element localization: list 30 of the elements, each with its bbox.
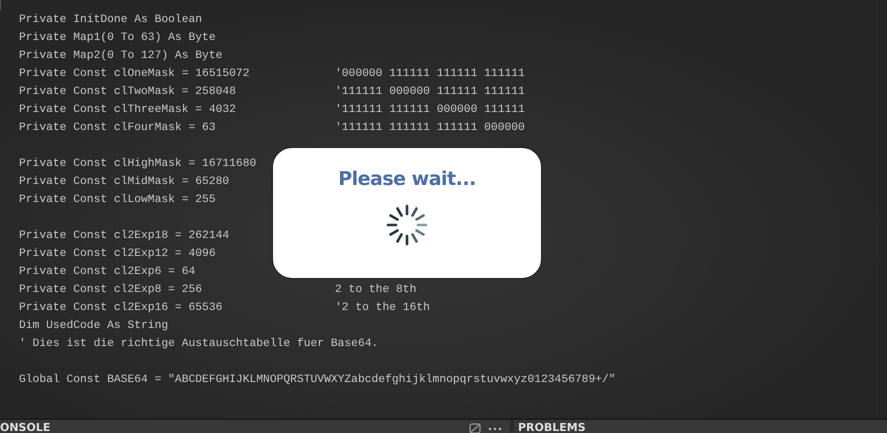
code-comment: '111111 111111 000000 111111 bbox=[335, 102, 525, 118]
code-comment: '2 to the 16th bbox=[335, 300, 430, 316]
code-line: Private Const cl2Exp16 = 65536 bbox=[19, 302, 222, 314]
dialog-title: Please wait... bbox=[338, 167, 476, 192]
code-line: Private Const cl2Exp6 = 64 bbox=[19, 266, 196, 278]
panel-title: ONSOLE bbox=[0, 420, 50, 433]
code-line: Global Const BASE64 = "ABCDEFGHIJKLMNOPQRSTUVWXYZabcdefghijklmnopqrstuvwxyz0123456789+/" bbox=[19, 374, 616, 386]
code-comment: '111111 111111 111111 000000 bbox=[335, 120, 525, 136]
code-comment: '000000 111111 111111 111111 bbox=[335, 66, 525, 82]
code-line: Private Const clThreeMask = 4032 bbox=[19, 104, 236, 116]
code-line: Private Const clOneMask = 16515072 bbox=[19, 68, 250, 80]
code-line: Private Const cl2Exp18 = 262144 bbox=[19, 230, 230, 242]
spinner-icon bbox=[386, 204, 428, 246]
code-line: Private Const cl2Exp8 = 256 bbox=[19, 284, 202, 296]
more-icon[interactable] bbox=[488, 427, 502, 431]
code-line: Private Const clMidMask = 65280 bbox=[19, 176, 230, 188]
code-line: Private Const cl2Exp12 = 4096 bbox=[19, 248, 216, 260]
code-line: Private Const clFourMask = 63 bbox=[19, 122, 216, 134]
code-line: Private Map2(0 To 127) As Byte bbox=[19, 50, 222, 62]
code-comment: 2 to the 8th bbox=[335, 282, 416, 298]
panel-title: PROBLEMS bbox=[517, 420, 586, 433]
code-line: Private InitDone As Boolean bbox=[19, 14, 202, 26]
code-line: Private Const clTwoMask = 258048 bbox=[19, 86, 236, 98]
code-comment: '111111 000000 111111 111111 bbox=[335, 84, 525, 100]
code-line: Private Const clHighMask = 16711680 bbox=[19, 158, 256, 170]
code-line: ' Dies ist die richtige Austauschtabelle fuer Base64. bbox=[19, 338, 378, 350]
code-line: Private Const clLowMask = 255 bbox=[19, 194, 216, 206]
clear-icon[interactable] bbox=[469, 422, 482, 433]
code-line: Dim UsedCode As String bbox=[19, 320, 168, 332]
code-line: Private Map1(0 To 63) As Byte bbox=[19, 32, 216, 44]
